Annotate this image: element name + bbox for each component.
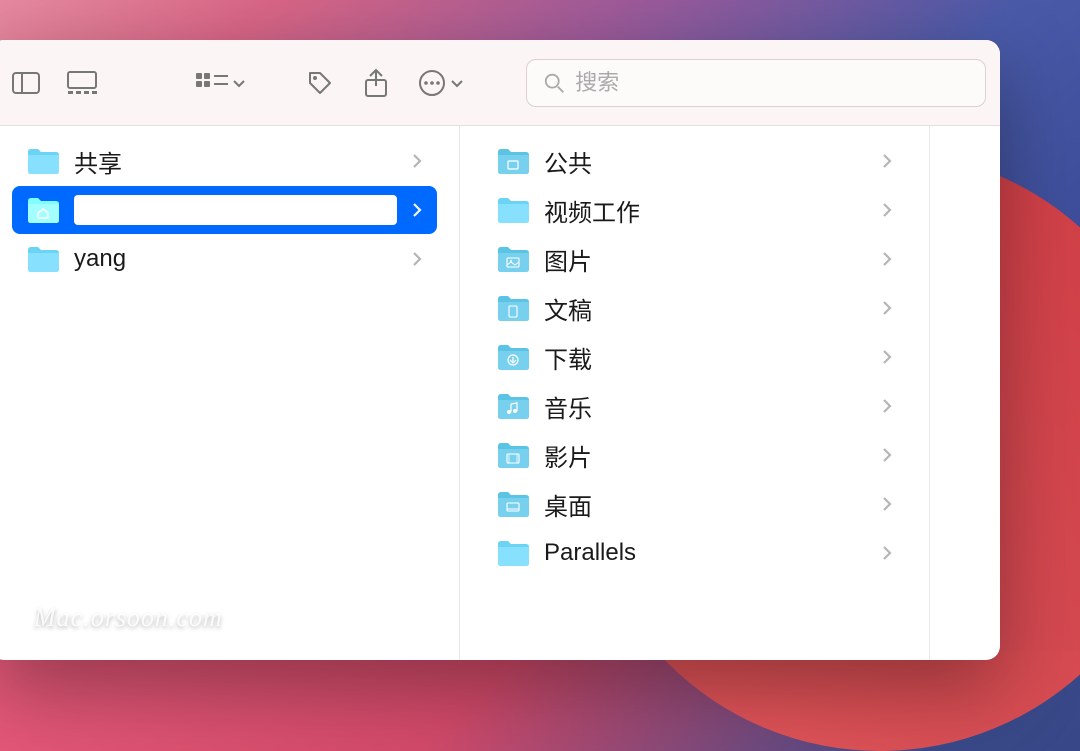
folder-item[interactable]: yang — [12, 235, 437, 283]
group-by-button[interactable] — [188, 73, 254, 93]
chevron-right-icon — [411, 152, 423, 170]
chevron-right-icon — [881, 348, 893, 366]
folder-icon — [496, 539, 530, 567]
folder-label: 共享 — [74, 144, 397, 179]
desktop-folder-icon — [496, 490, 530, 518]
chevron-right-icon — [881, 152, 893, 170]
folder-icon — [26, 147, 60, 175]
column-2: 公共 视频工作 图片 文稿 下载 — [460, 126, 930, 660]
chevron-right-icon — [881, 446, 893, 464]
folder-label: 文稿 — [544, 291, 867, 326]
action-menu-button[interactable] — [410, 69, 472, 97]
search-input[interactable] — [575, 70, 969, 96]
toolbar — [0, 40, 1000, 126]
folder-label: 下载 — [544, 340, 867, 375]
downloads-folder-icon — [496, 343, 530, 371]
folder-icon — [26, 245, 60, 273]
sidebar-toggle-button[interactable] — [4, 61, 48, 105]
folder-item[interactable]: 下载 — [482, 333, 907, 381]
folder-label: 桌面 — [544, 487, 867, 522]
chevron-right-icon — [881, 495, 893, 513]
folder-item[interactable]: 视频工作 — [482, 186, 907, 234]
watermark-text: Mac.orsoon.com — [34, 603, 223, 633]
chevron-right-icon — [411, 201, 423, 219]
folder-item[interactable]: Parallels — [482, 529, 907, 577]
folder-item[interactable]: 文稿 — [482, 284, 907, 332]
folder-label: 图片 — [544, 242, 867, 277]
folder-label: 公共 — [544, 144, 867, 179]
folder-icon — [496, 196, 530, 224]
share-button[interactable] — [354, 61, 398, 105]
movies-folder-icon — [496, 441, 530, 469]
folder-item-selected[interactable] — [12, 186, 437, 234]
tag-button[interactable] — [298, 61, 342, 105]
chevron-right-icon — [881, 299, 893, 317]
public-folder-icon — [496, 147, 530, 175]
finder-window: 共享 yang 公共 视频工作 — [0, 40, 1000, 660]
pictures-folder-icon — [496, 245, 530, 273]
folder-label: Parallels — [544, 539, 867, 567]
column-1: 共享 yang — [0, 126, 460, 660]
music-folder-icon — [496, 392, 530, 420]
chevron-right-icon — [881, 250, 893, 268]
folder-label: yang — [74, 245, 397, 273]
view-gallery-button[interactable] — [60, 61, 104, 105]
folder-item[interactable]: 图片 — [482, 235, 907, 283]
column-empty — [930, 126, 1000, 660]
documents-folder-icon — [496, 294, 530, 322]
folder-rename-input[interactable] — [74, 195, 397, 225]
folder-item[interactable]: 影片 — [482, 431, 907, 479]
folder-label: 影片 — [544, 438, 867, 473]
folder-item[interactable]: 音乐 — [482, 382, 907, 430]
chevron-right-icon — [881, 397, 893, 415]
home-folder-icon — [26, 196, 60, 224]
folder-label: 音乐 — [544, 389, 867, 424]
search-icon — [543, 71, 565, 95]
folder-label: 视频工作 — [544, 193, 867, 228]
chevron-right-icon — [881, 544, 893, 562]
chevron-right-icon — [881, 201, 893, 219]
folder-item[interactable]: 桌面 — [482, 480, 907, 528]
column-view: 共享 yang 公共 视频工作 — [0, 126, 1000, 660]
folder-item[interactable]: 公共 — [482, 137, 907, 185]
search-field[interactable] — [526, 59, 986, 107]
folder-item[interactable]: 共享 — [12, 137, 437, 185]
chevron-right-icon — [411, 250, 423, 268]
